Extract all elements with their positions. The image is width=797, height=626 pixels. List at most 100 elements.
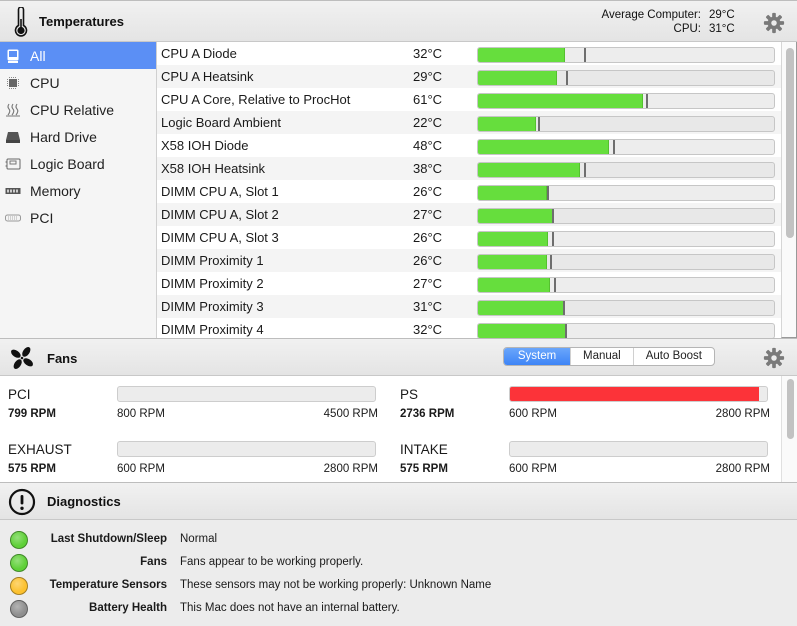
sensor-row[interactable]: CPU A Heatsink 29°C	[157, 65, 781, 88]
fan-min-rpm: 600 RPM	[509, 463, 557, 475]
temperatures-title: Temperatures	[39, 14, 125, 29]
sensor-temperature-bar	[477, 277, 775, 293]
fan-min-rpm: 600 RPM	[117, 463, 165, 475]
fan-current-rpm: 575 RPM	[400, 463, 448, 475]
sensor-row[interactable]: DIMM Proximity 4 32°C	[157, 318, 781, 338]
sensor-temperature-bar	[477, 208, 775, 224]
sensor-row[interactable]: X58 IOH Heatsink 38°C	[157, 157, 781, 180]
fan-icon	[10, 346, 34, 370]
average-computer-label: Average Computer:	[601, 9, 701, 21]
sensor-temperature: 26°C	[413, 184, 443, 199]
scrollbar-thumb[interactable]	[786, 48, 794, 238]
fan-name: PCI	[8, 387, 31, 402]
fan-current-rpm: 2736 RPM	[400, 408, 455, 420]
sidebar-item-hard-drive[interactable]: Hard Drive	[0, 123, 156, 150]
fan-mode-segmented-control: System Manual Auto Boost	[503, 347, 715, 366]
sensor-row[interactable]: DIMM Proximity 2 27°C	[157, 272, 781, 295]
sensor-name: DIMM CPU A, Slot 1	[161, 184, 279, 199]
sensor-temperature: 61°C	[413, 92, 443, 107]
fan-name: PS	[400, 387, 419, 402]
sensor-temperature-bar	[477, 300, 775, 316]
sensor-bar-fill	[478, 278, 550, 292]
sidebar-item-label: Logic Board	[30, 155, 105, 172]
fan-pci: PCI 799 RPM 800 RPM 4500 RPM	[0, 376, 390, 426]
status-indicator	[10, 577, 28, 595]
sensor-row[interactable]: CPU A Diode 32°C	[157, 42, 781, 65]
sensor-temperature: 48°C	[413, 138, 443, 153]
diagnostics-header: Diagnostics	[0, 482, 797, 520]
fan-speed-fill	[510, 387, 760, 401]
diagnostic-row-battery-health: Battery Health This Mac does not have an…	[0, 598, 797, 621]
sensor-row[interactable]: DIMM CPU A, Slot 3 26°C	[157, 226, 781, 249]
fan-mode-manual[interactable]: Manual	[570, 348, 633, 365]
fan-mode-auto-boost[interactable]: Auto Boost	[632, 348, 714, 365]
sensor-list: CPU A Diode 32°C CPU A Heatsink 29°C CPU A C…	[157, 42, 781, 338]
sensor-name: DIMM CPU A, Slot 2	[161, 207, 279, 222]
sensor-temperature-bar	[477, 70, 775, 86]
sensor-row[interactable]: DIMM Proximity 3 31°C	[157, 295, 781, 318]
diagnostic-value: Normal	[180, 533, 218, 545]
sensor-name: X58 IOH Diode	[161, 138, 249, 153]
sensor-row[interactable]: DIMM CPU A, Slot 2 27°C	[157, 203, 781, 226]
sensor-bar-fill	[478, 301, 564, 315]
sidebar-item-cpu-relative[interactable]: CPU Relative	[0, 96, 156, 123]
chip-icon	[5, 76, 21, 90]
fan-max-rpm: 4500 RPM	[323, 408, 378, 420]
sidebar-item-label: CPU Relative	[30, 101, 115, 118]
sidebar-item-cpu[interactable]: CPU	[0, 69, 156, 96]
sidebar-item-label: PCI	[30, 209, 54, 226]
sensor-temperature: 29°C	[413, 69, 443, 84]
temperatures-scrollbar[interactable]	[781, 42, 797, 338]
diagnostic-row-last-shutdown: Last Shutdown/Sleep Normal	[0, 529, 797, 552]
fan-min-rpm: 600 RPM	[509, 408, 557, 420]
cpu-average-value: 31°C	[709, 23, 735, 35]
sensor-temperature-bar	[477, 47, 775, 63]
sidebar-item-pci[interactable]: PCI	[0, 204, 156, 231]
sensor-max-marker	[551, 209, 554, 223]
fan-intake: INTAKE 575 RPM 600 RPM 2800 RPM	[392, 431, 782, 481]
gear-icon[interactable]	[763, 347, 785, 369]
sidebar-item-logic-board[interactable]: Logic Board	[0, 150, 156, 177]
diagnostic-value: This Mac does not have an internal batte…	[180, 602, 400, 614]
diagnostic-value: Fans appear to be working properly.	[180, 556, 364, 568]
fan-speed-bar	[117, 441, 376, 457]
status-indicator	[10, 531, 28, 549]
cpu-average-label: CPU:	[673, 23, 701, 35]
sensor-temperature-bar	[477, 231, 775, 247]
sensor-temperature: 26°C	[413, 253, 443, 268]
sensor-row[interactable]: X58 IOH Diode 48°C	[157, 134, 781, 157]
status-indicator	[10, 600, 28, 618]
sensor-row[interactable]: DIMM CPU A, Slot 1 26°C	[157, 180, 781, 203]
sensor-bar-fill	[478, 140, 609, 154]
sidebar-item-label: Hard Drive	[30, 128, 97, 145]
sensor-bar-fill	[478, 48, 565, 62]
fan-current-rpm: 799 RPM	[8, 408, 56, 420]
fan-ps: PS 2736 RPM 600 RPM 2800 RPM	[392, 376, 782, 426]
scrollbar-thumb[interactable]	[787, 379, 794, 439]
sensor-row[interactable]: Logic Board Ambient 22°C	[157, 111, 781, 134]
sensor-name: DIMM CPU A, Slot 3	[161, 230, 279, 245]
diagnostic-row-fans: Fans Fans appear to be working properly.	[0, 552, 797, 575]
sensor-temperature-bar	[477, 162, 775, 178]
sensor-temperature-bar	[477, 116, 775, 132]
sidebar-item-label: Memory	[30, 182, 81, 199]
sensor-name: CPU A Heatsink	[161, 69, 254, 84]
sensor-temperature: 27°C	[413, 276, 443, 291]
diagnostic-label: Last Shutdown/Sleep	[50, 533, 167, 545]
sensor-row[interactable]: CPU A Core, Relative to ProcHot 61°C	[157, 88, 781, 111]
fans-scrollbar[interactable]	[781, 376, 797, 482]
fan-mode-system[interactable]: System	[504, 348, 570, 365]
sensor-bar-fill	[478, 117, 536, 131]
pci-card-icon	[5, 211, 21, 225]
sensor-row[interactable]: DIMM Proximity 1 26°C	[157, 249, 781, 272]
diagnostic-row-temperature-sensors: Temperature Sensors These sensors may no…	[0, 575, 797, 598]
fan-min-rpm: 800 RPM	[117, 408, 165, 420]
sensor-max-marker	[583, 163, 586, 177]
sidebar-item-all[interactable]: All	[0, 42, 156, 69]
gear-icon[interactable]	[763, 12, 785, 34]
fan-name: INTAKE	[400, 442, 448, 457]
sensor-max-marker	[537, 117, 540, 131]
heat-waves-icon	[5, 103, 21, 117]
sidebar-item-memory[interactable]: Memory	[0, 177, 156, 204]
sensor-temperature-bar	[477, 185, 775, 201]
